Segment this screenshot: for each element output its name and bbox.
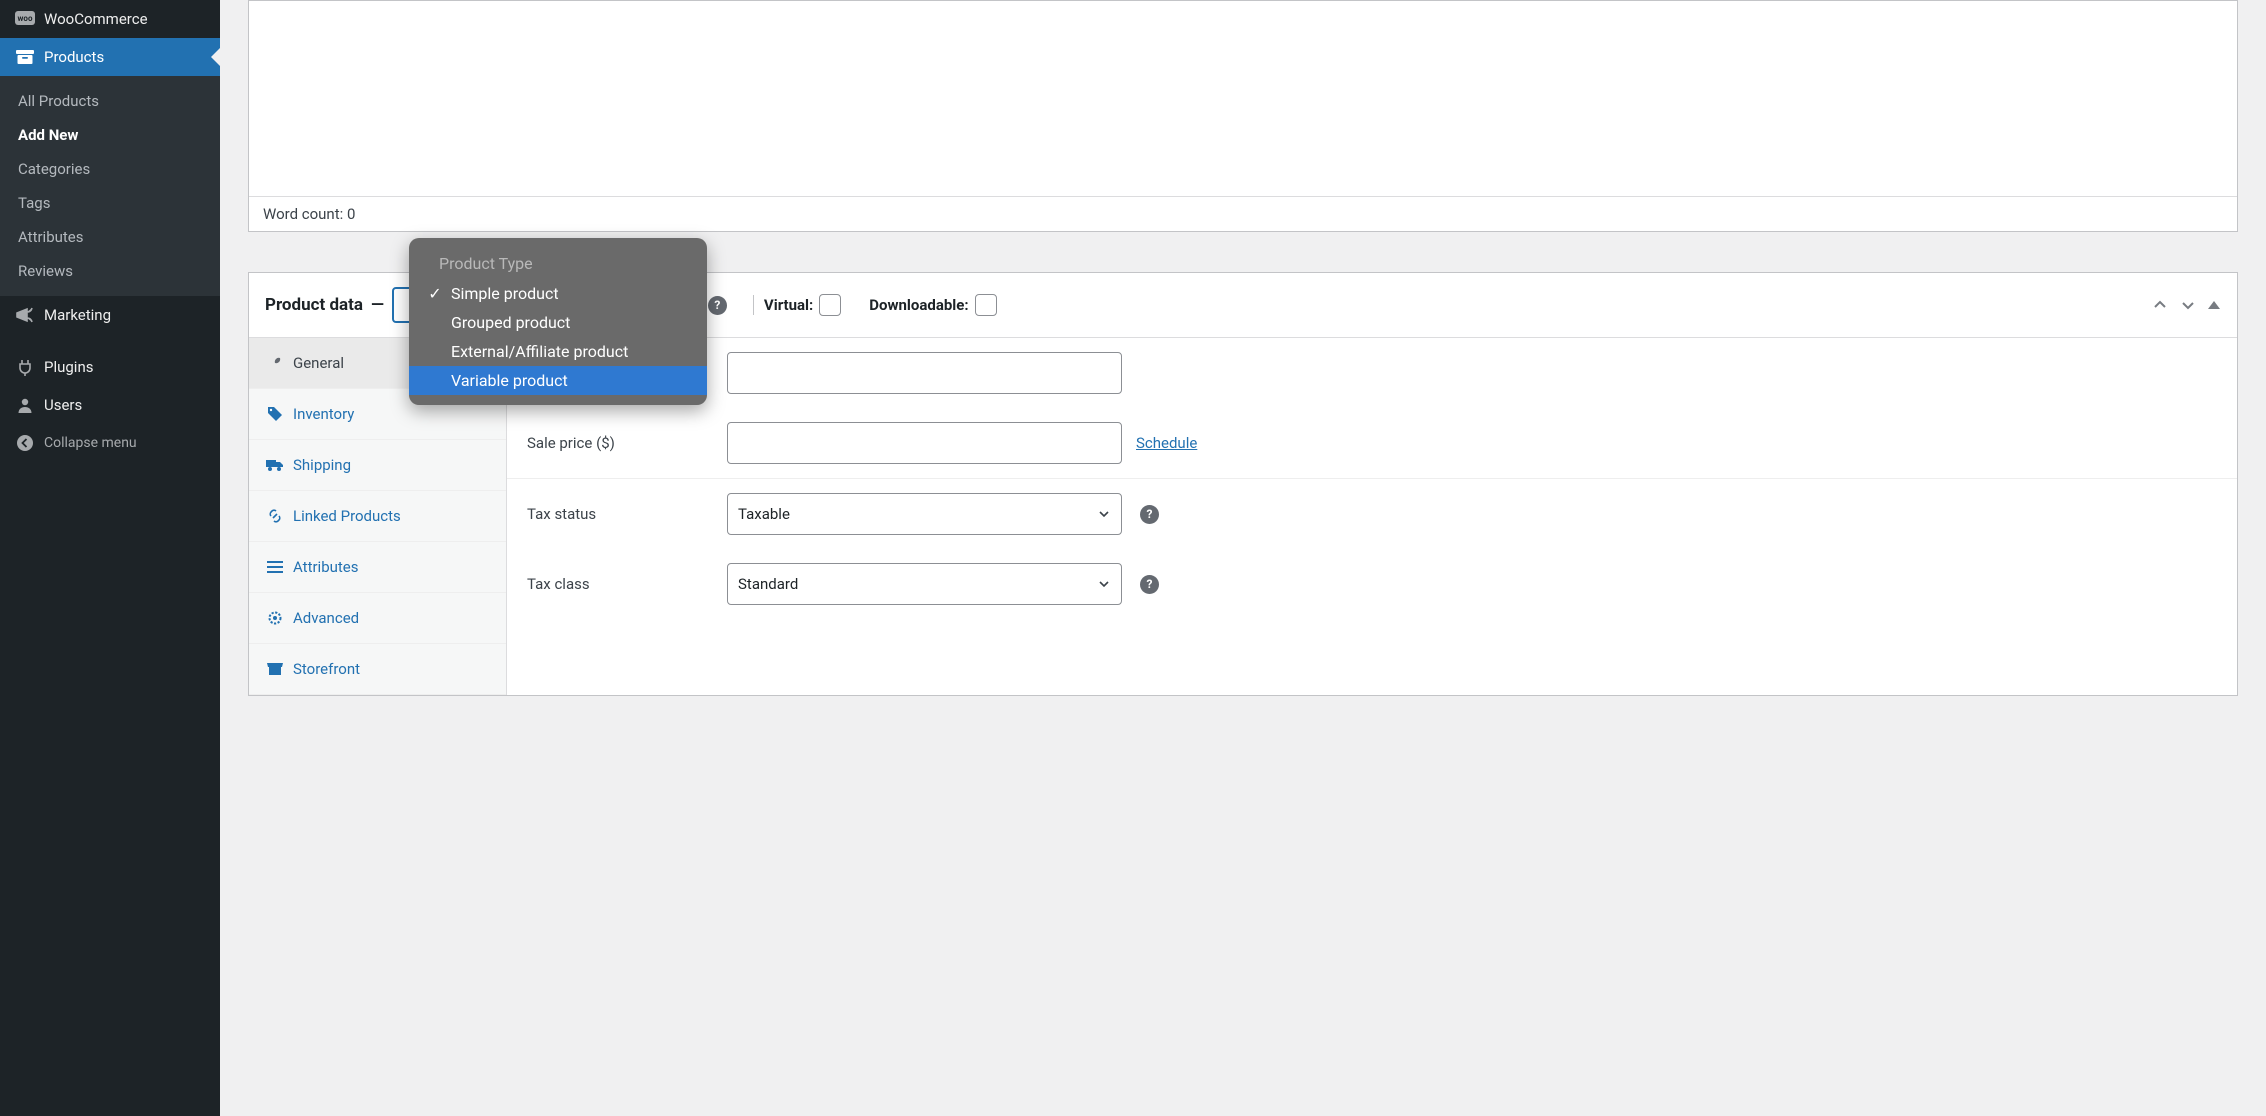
dropdown-heading: Product Type: [409, 248, 707, 279]
tax-class-label: Tax class: [527, 575, 727, 593]
sidebar-sub-all-products[interactable]: All Products: [0, 84, 220, 118]
dropdown-item-external[interactable]: External/Affiliate product: [409, 337, 707, 366]
product-type-dropdown: Product Type ✓ Simple product Grouped pr…: [409, 238, 707, 405]
sidebar-item-label: WooCommerce: [44, 10, 148, 28]
wrench-icon: [263, 355, 287, 371]
tax-class-select[interactable]: Standard: [727, 563, 1122, 605]
sale-price-input[interactable]: [727, 422, 1122, 464]
panel-move-up-icon[interactable]: [2151, 296, 2169, 314]
tab-advanced[interactable]: Advanced: [249, 593, 506, 644]
tab-label: Shipping: [293, 456, 351, 474]
store-icon: [263, 662, 287, 676]
tab-storefront[interactable]: Storefront: [249, 644, 506, 695]
tab-label: Storefront: [293, 660, 360, 678]
truck-icon: [263, 458, 287, 472]
tab-label: General: [293, 354, 344, 372]
tax-status-value: Taxable: [738, 505, 790, 523]
tab-label: Advanced: [293, 609, 359, 627]
sidebar-item-marketing[interactable]: Marketing: [0, 296, 220, 334]
sidebar-item-label: Plugins: [44, 358, 93, 376]
sale-price-label: Sale price ($): [527, 434, 727, 452]
tab-linked-products[interactable]: Linked Products: [249, 491, 506, 542]
sidebar-sub-categories[interactable]: Categories: [0, 152, 220, 186]
collapse-menu-label: Collapse menu: [44, 435, 137, 451]
tab-shipping[interactable]: Shipping: [249, 440, 506, 491]
tab-label: Inventory: [293, 405, 354, 423]
sidebar-item-label: Products: [44, 48, 104, 66]
help-icon[interactable]: ?: [1140, 505, 1159, 524]
tax-status-select[interactable]: Taxable: [727, 493, 1122, 535]
virtual-label: Virtual:: [764, 296, 813, 314]
user-icon: [14, 396, 36, 414]
gear-icon: [263, 610, 287, 626]
panel-move-down-icon[interactable]: [2179, 296, 2197, 314]
dropdown-item-variable[interactable]: Variable product: [409, 366, 707, 395]
archive-icon: [14, 49, 36, 65]
sidebar-sub-add-new[interactable]: Add New: [0, 118, 220, 152]
schedule-link[interactable]: Schedule: [1136, 434, 1197, 452]
main-content: Word count: 0 Product data — ? Virtual: …: [220, 0, 2266, 1116]
collapse-menu-button[interactable]: Collapse menu: [0, 424, 220, 462]
tab-label: Attributes: [293, 558, 359, 576]
collapse-icon: [14, 434, 36, 452]
chevron-down-icon: [1097, 577, 1111, 591]
sidebar-item-woocommerce[interactable]: woo WooCommerce: [0, 0, 220, 38]
tag-icon: [263, 406, 287, 422]
sidebar-item-plugins[interactable]: Plugins: [0, 348, 220, 386]
megaphone-icon: [14, 306, 36, 324]
dropdown-item-label: Simple product: [451, 284, 559, 303]
sidebar-sub-reviews[interactable]: Reviews: [0, 254, 220, 288]
tax-class-value: Standard: [738, 575, 798, 593]
svg-text:woo: woo: [18, 14, 33, 23]
panel-toggle-icon[interactable]: [2207, 298, 2221, 312]
product-data-fields: Sale price ($) Schedule Tax status Taxab…: [507, 338, 2237, 695]
editor-body[interactable]: [249, 1, 2237, 196]
panel-dash: —: [371, 295, 384, 315]
description-editor: Word count: 0: [248, 0, 2238, 232]
chevron-down-icon: [1097, 507, 1111, 521]
field-tax-class: Tax class Standard ?: [507, 549, 2237, 619]
panel-title: Product data: [265, 295, 363, 315]
virtual-checkbox[interactable]: [819, 294, 841, 316]
link-icon: [263, 508, 287, 524]
sidebar-item-users[interactable]: Users: [0, 386, 220, 424]
admin-sidebar: woo WooCommerce Products All Products Ad…: [0, 0, 220, 1116]
sidebar-submenu-products: All Products Add New Categories Tags Att…: [0, 76, 220, 296]
tab-attributes[interactable]: Attributes: [249, 542, 506, 593]
list-icon: [263, 560, 287, 574]
check-icon: ✓: [419, 284, 451, 303]
sidebar-sub-attributes[interactable]: Attributes: [0, 220, 220, 254]
field-regular-price: [507, 338, 2237, 408]
field-tax-status: Tax status Taxable ?: [507, 478, 2237, 549]
help-icon[interactable]: ?: [708, 296, 727, 315]
separator: [753, 295, 754, 315]
tab-label: Linked Products: [293, 507, 401, 525]
regular-price-input[interactable]: [727, 352, 1122, 394]
sidebar-sub-tags[interactable]: Tags: [0, 186, 220, 220]
dropdown-item-label: Grouped product: [451, 313, 570, 332]
product-data-header: Product data — ? Virtual: Downloadable: …: [249, 273, 2237, 338]
sidebar-item-label: Users: [44, 396, 82, 414]
dropdown-item-grouped[interactable]: Grouped product: [409, 308, 707, 337]
woocommerce-icon: woo: [14, 11, 36, 27]
editor-word-count: Word count: 0: [249, 196, 2237, 231]
product-data-panel: Product data — ? Virtual: Downloadable: …: [248, 272, 2238, 696]
help-icon[interactable]: ?: [1140, 575, 1159, 594]
sidebar-item-products[interactable]: Products: [0, 38, 220, 76]
downloadable-checkbox[interactable]: [975, 294, 997, 316]
sidebar-item-label: Marketing: [44, 306, 111, 324]
downloadable-label: Downloadable:: [869, 296, 968, 314]
field-sale-price: Sale price ($) Schedule: [507, 408, 2237, 478]
plug-icon: [14, 358, 36, 376]
dropdown-item-label: External/Affiliate product: [451, 342, 628, 361]
dropdown-item-simple[interactable]: ✓ Simple product: [409, 279, 707, 308]
tax-status-label: Tax status: [527, 505, 727, 523]
dropdown-item-label: Variable product: [451, 371, 568, 390]
